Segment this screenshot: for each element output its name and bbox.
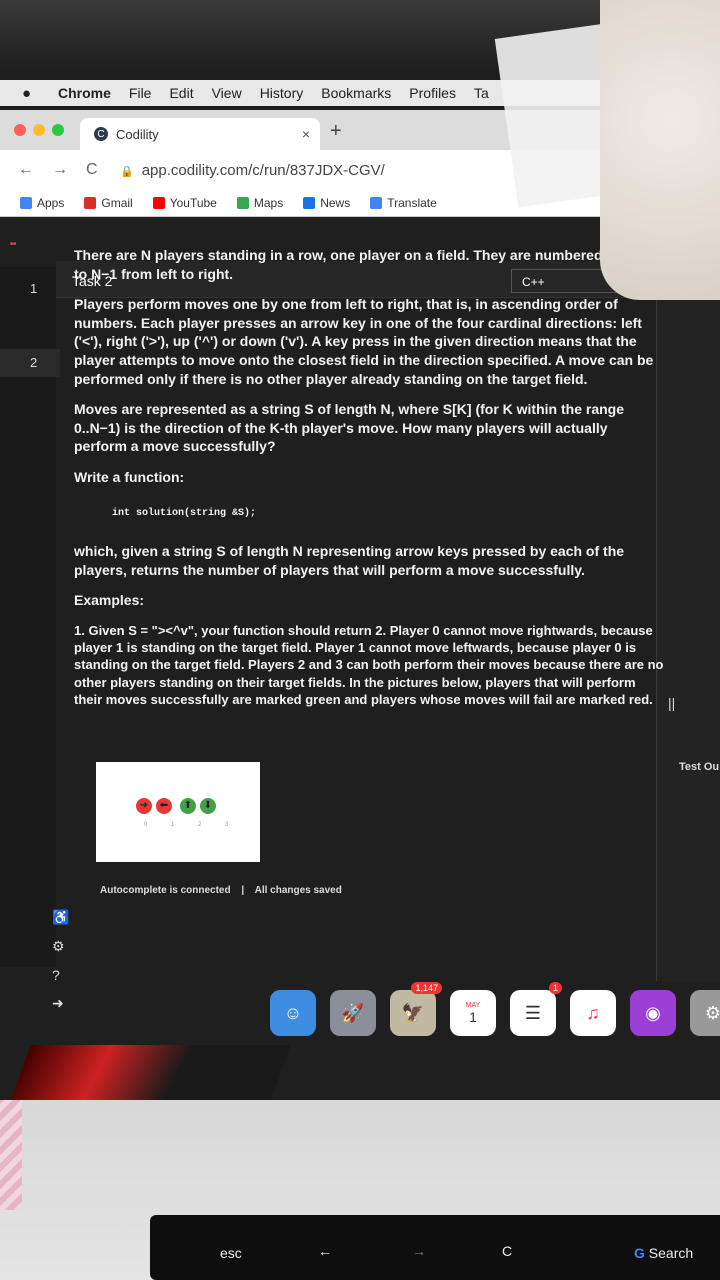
url-field[interactable]: 🔒 app.codility.com/c/run/837JDX-CGV/ [120,162,385,179]
apple-icon[interactable]: ● [22,85,38,102]
bookmark-label: Gmail [101,196,133,210]
line-number-gutter: 1 2 [0,267,60,967]
status-bar: Autocomplete is connected | All changes … [100,885,342,896]
line-number: 2 [30,355,38,370]
translate-icon [370,197,383,209]
example-1: 1. Given S = "><^v", your function shoul… [74,622,664,707]
maps-icon [236,197,249,209]
examples-heading: Examples: [74,592,145,609]
autocomplete-status: Autocomplete is connected [100,885,231,896]
bookmark-youtube[interactable]: YouTube [152,196,217,210]
example-figure: ➜ ⬅ ⬆ ⬇ 0 1 2 3 [96,762,260,862]
line-number: 1 [30,281,38,296]
menu-edit[interactable]: Edit [169,85,193,101]
reminders-icon[interactable]: ☰ 1 [510,982,562,1036]
gmail-icon [84,197,97,209]
menu-file[interactable]: File [129,85,152,101]
arrow-left-red-icon: ⬅ [156,798,172,814]
menu-tab[interactable]: Ta [474,85,489,101]
arrow-up-green-icon: ⬆ [180,798,196,814]
microsoft-logo: ■■ [10,241,17,247]
right-panel: Fi Test Ou [656,261,720,981]
bookmark-maps[interactable]: Maps [236,196,284,210]
save-status: All changes saved [254,885,342,896]
close-tab-icon[interactable]: × [302,126,310,142]
photos-badge: 1,147 [411,982,442,994]
lock-icon: 🔒 [120,166,134,178]
towel [600,0,720,300]
bookmark-apps[interactable]: Apps [20,196,64,210]
wallpaper-stripe [9,1045,291,1100]
task-paragraph: Moves are represented as a string S of l… [74,401,624,455]
back-button[interactable]: ← [18,161,34,179]
tab-title: Codility [116,126,159,142]
close-window-button[interactable] [14,124,26,136]
function-signature: int solution(string &S); [112,507,257,519]
window-controls [14,124,64,136]
minimize-window-button[interactable] [33,124,45,136]
bookmark-label: YouTube [169,196,217,210]
menu-bookmarks[interactable]: Bookmarks [321,85,391,101]
menu-profiles[interactable]: Profiles [409,85,456,101]
launchpad-icon[interactable]: 🚀 [330,990,376,1036]
codility-favicon-icon: C [94,127,108,141]
esc-key[interactable]: esc [220,1245,242,1261]
youtube-icon [152,197,165,209]
macos-dock: ☺ 🚀 🦅 1,147 MAY 1 ☰ 1 ♫ ◉ ⚙ [270,982,720,1044]
new-tab-button[interactable]: + [330,120,342,143]
side-toolbar: ♿ ⚙ ? ➜ [52,909,69,1024]
touchbar-back-icon[interactable]: ← [318,1243,332,1259]
test-output-tab[interactable]: Test Ou [679,761,719,773]
menu-view[interactable]: View [212,85,242,101]
player-indices: 0 1 2 3 [144,822,240,828]
status-separator: | [241,885,245,896]
bookmark-news[interactable]: News [303,196,350,210]
task-paragraph: There are N players standing in a row, o… [74,247,650,282]
panel-resize-handle[interactable]: || [668,695,675,711]
news-icon [303,197,316,209]
forward-button[interactable]: → [52,161,68,179]
task-paragraph: Write a function: [74,469,185,486]
touchbar-forward-icon[interactable]: → [412,1243,426,1259]
task-description: There are N players standing in a row, o… [74,246,664,720]
settings-gear-icon[interactable]: ⚙ [52,938,69,955]
exit-icon[interactable]: ➜ [52,995,69,1012]
bookmark-label: News [320,196,351,210]
arrow-right-red-icon: ➜ [136,798,152,814]
calendar-icon[interactable]: MAY 1 [450,990,496,1036]
menu-history[interactable]: History [260,85,304,101]
touchbar-search-label: Search [648,1245,694,1261]
menu-chrome[interactable]: Chrome [58,85,111,101]
calendar-day: 1 [469,1008,477,1025]
google-icon: G [634,1245,645,1261]
accessibility-icon[interactable]: ♿ [52,909,69,926]
zoom-window-button[interactable] [52,124,64,136]
bookmark-translate[interactable]: Translate [370,196,437,210]
task-paragraph: Players perform moves one by one from le… [74,296,654,387]
arrow-down-green-icon: ⬇ [200,798,216,814]
task-paragraph: which, given a string S of length N repr… [74,543,625,578]
music-icon[interactable]: ♫ [570,990,616,1036]
bookmark-label: Translate [387,196,437,210]
help-icon[interactable]: ? [52,967,69,983]
touchbar-reload-icon[interactable]: C [502,1243,512,1259]
bookmark-label: Maps [253,196,284,210]
system-preferences-icon[interactable]: ⚙ [690,990,720,1036]
reminders-badge: 1 [548,982,562,994]
podcasts-icon[interactable]: ◉ [630,990,676,1036]
finder-icon[interactable]: ☺ [270,990,316,1036]
url-text: app.codility.com/c/run/837JDX-CGV/ [141,162,385,179]
touch-bar: esc ← → C G Search [150,1215,720,1280]
touchbar-search[interactable]: G Search [634,1245,693,1261]
photos-icon[interactable]: 🦅 1,147 [390,982,442,1036]
apps-grid-icon [20,197,32,209]
calendar-month: MAY [465,1001,481,1009]
bookmark-gmail[interactable]: Gmail [84,196,133,210]
tab-codility[interactable]: C Codility × [80,118,320,150]
reload-button[interactable]: C [86,161,98,179]
bookmark-label: Apps [37,196,65,210]
